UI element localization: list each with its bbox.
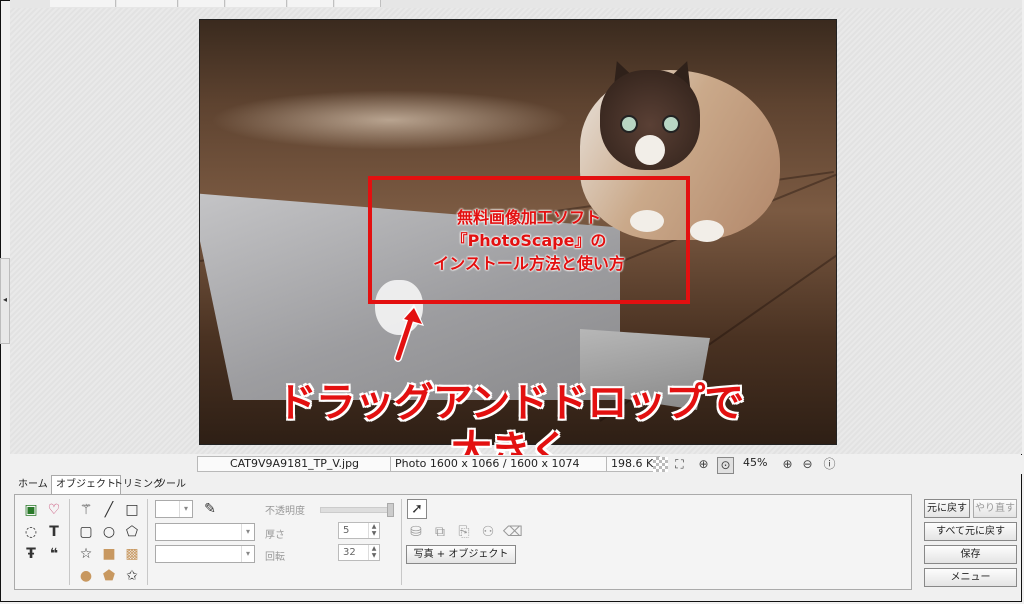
bring-front-icon[interactable]: ⧉ (431, 523, 449, 541)
rotation-value: 32 (343, 547, 356, 558)
tab-tools[interactable]: ツール (152, 476, 190, 494)
undo-all-button[interactable]: すべて元に戻す (924, 522, 1017, 541)
filled-circle-icon[interactable]: ● (77, 567, 95, 585)
spin-arrows-icon[interactable]: ▲ ▼ (368, 523, 379, 538)
menu-button[interactable]: メニュー (924, 568, 1017, 587)
status-filename: CAT9V9A9181_TP_V.jpg (197, 456, 392, 472)
circle-icon[interactable]: ○ (100, 523, 118, 541)
delete-object-icon[interactable]: ⌫ (503, 523, 523, 541)
status-filesize: 198.6 KB (606, 456, 660, 472)
top-tab-strip (10, 0, 1022, 8)
redo-button[interactable]: やり直す (973, 499, 1017, 518)
filled-pentagon-icon[interactable]: ⬟ (100, 567, 118, 585)
panel-divider (69, 499, 70, 585)
eyedropper-icon[interactable]: ✎ (201, 500, 219, 518)
photo-icon[interactable]: ▣ (22, 501, 40, 519)
zoom-out-icon[interactable]: ⊖ (800, 457, 815, 472)
top-tab[interactable] (50, 0, 116, 7)
top-tab[interactable] (335, 0, 381, 7)
overlay-title-line: 『PhotoScape』の (451, 231, 607, 250)
rectangle-icon[interactable]: □ (123, 501, 141, 519)
rotation-stepper[interactable]: 32 ▲ ▼ (338, 544, 380, 561)
cat-eye (620, 115, 638, 133)
photo-glare (210, 90, 570, 150)
layer-icon[interactable]: ⛁ (407, 523, 425, 541)
rounded-rect-icon[interactable]: ▢ (77, 523, 95, 541)
select-cursor-icon[interactable]: ➚ (407, 499, 427, 519)
top-tab[interactable] (288, 0, 334, 7)
pentagon-icon[interactable]: ⬠ (123, 523, 141, 541)
top-tab[interactable] (179, 0, 225, 7)
quote-icon[interactable]: ❝ (45, 545, 63, 563)
cat-eye (662, 115, 680, 133)
save-button[interactable]: 保存 (924, 545, 1017, 564)
filled-star-icon[interactable]: ✩ (123, 567, 141, 585)
checker-icon[interactable] (653, 457, 668, 472)
duplicate-icon[interactable]: ⎘ (455, 523, 473, 541)
panel-divider (401, 499, 402, 585)
thickness-value: 5 (343, 525, 350, 536)
filled-rounded-rect-icon[interactable]: ▩ (123, 545, 141, 563)
opacity-slider-knob[interactable] (387, 503, 394, 517)
zoom-actual-icon[interactable]: ⊕ (696, 457, 711, 472)
chevron-down-icon: ▾ (179, 501, 192, 517)
cat-paw (690, 220, 724, 242)
thickness-stepper[interactable]: 5 ▲ ▼ (338, 522, 380, 539)
red-arrow-icon (394, 304, 424, 362)
text-stamp-icon[interactable]: Ŧ (22, 545, 40, 563)
zoom-fit-icon[interactable]: ⊙ (717, 457, 734, 474)
text-icon[interactable]: T (45, 523, 63, 541)
opacity-label: 不透明度 (265, 506, 305, 517)
status-bar: CAT9V9A9181_TP_V.jpg Photo 1600 x 1066 /… (10, 455, 1022, 474)
line-style-select[interactable]: ▾ (155, 523, 255, 541)
chevron-down-icon: ▾ (241, 524, 254, 540)
speech-bubble-icon[interactable]: ◌ (22, 523, 40, 541)
status-dimensions: Photo 1600 x 1066 / 1600 x 1074 (390, 456, 608, 472)
heart-icon[interactable]: ♡ (45, 501, 63, 519)
panel-collapse-handle[interactable]: ◂ (0, 258, 10, 344)
cat-muzzle (635, 135, 665, 165)
top-tab[interactable] (226, 0, 287, 7)
photo-plus-object-button[interactable]: 写真 + オブジェクト (406, 545, 516, 564)
chevron-down-icon: ▾ (241, 546, 254, 562)
overlay-title-line: インストール方法と使い方 (433, 254, 625, 273)
magic-wand-icon[interactable]: ⚚ (77, 501, 95, 519)
color-picker[interactable]: ▾ (155, 500, 193, 518)
fill-style-select[interactable]: ▾ (155, 545, 255, 563)
group-icon[interactable]: ⚇ (479, 523, 497, 541)
spin-arrows-icon[interactable]: ▲ ▼ (368, 545, 379, 560)
top-tab[interactable] (117, 0, 178, 7)
opacity-slider[interactable] (320, 507, 392, 513)
zoom-in-icon[interactable]: ⊕ (780, 457, 795, 472)
tab-home[interactable]: ホーム (14, 476, 52, 494)
line-icon[interactable]: ╱ (100, 501, 118, 519)
star-icon[interactable]: ☆ (77, 545, 95, 563)
undo-button[interactable]: 元に戻す (924, 499, 970, 518)
filled-rect-icon[interactable]: ■ (100, 545, 118, 563)
status-zoom: 45% (743, 456, 768, 469)
fit-icon[interactable]: ⛶ (672, 457, 687, 472)
rotation-label: 回転 (265, 552, 285, 563)
collapse-arrow-icon: ◂ (3, 295, 8, 304)
info-icon[interactable]: ⓘ (822, 457, 837, 472)
panel-divider (147, 499, 148, 585)
thickness-label: 厚さ (265, 530, 285, 541)
overlay-title-line: 無料画像加工ソフト (456, 208, 601, 227)
object-panel: ▣ ♡ ◌ T Ŧ ❝ ⚚ ╱ □ ▢ ○ ⬠ ☆ ■ ▩ ● ⬟ ✩ ▾ ✎ … (14, 494, 912, 590)
